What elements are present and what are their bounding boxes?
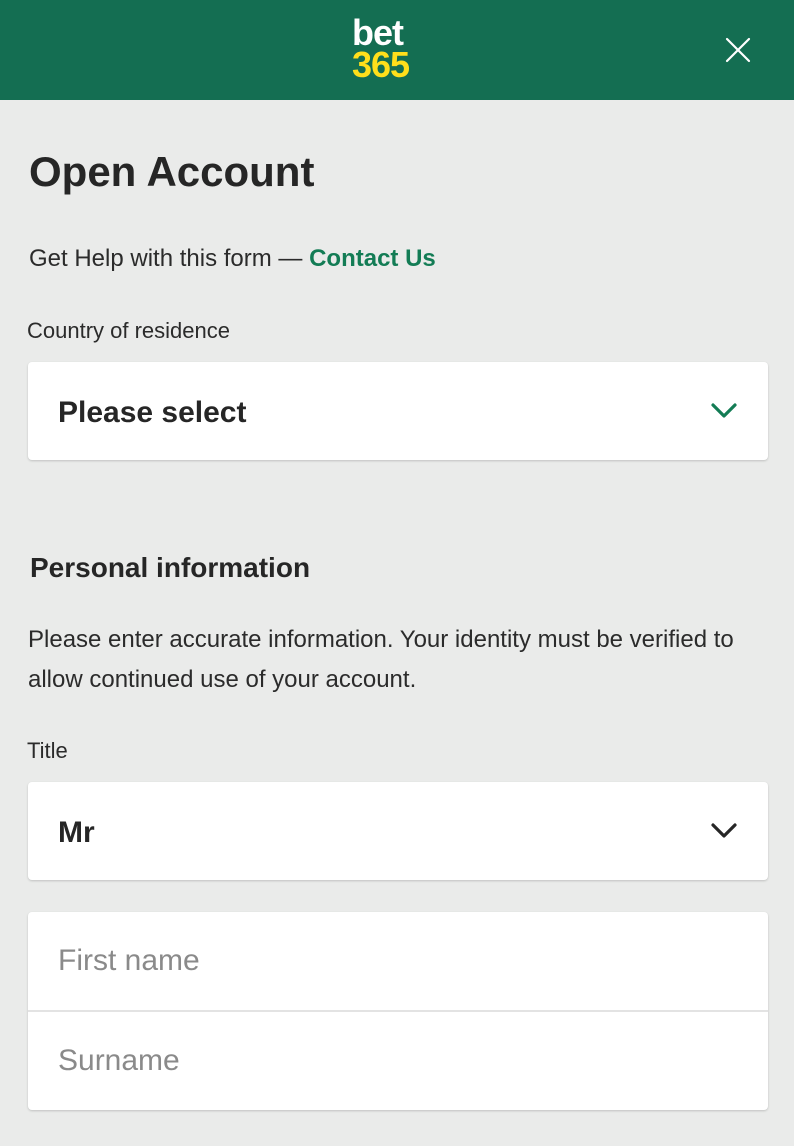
- bet365-logo: bet 365: [352, 15, 426, 85]
- first-name-row: [28, 912, 768, 1010]
- close-button[interactable]: [718, 30, 758, 70]
- personal-info-heading: Personal information: [30, 552, 311, 583]
- contact-us-link[interactable]: Contact Us: [309, 245, 436, 272]
- surname-input[interactable]: [28, 1012, 768, 1110]
- help-text: Get Help with this form —: [29, 245, 310, 272]
- country-label: Country of residence: [27, 318, 230, 343]
- logo-text-bottom: 365: [352, 44, 410, 85]
- app-header: bet 365: [0, 0, 794, 100]
- country-select-value: Please select: [58, 396, 247, 429]
- country-select[interactable]: Please select: [28, 362, 768, 460]
- chevron-down-icon: [711, 823, 737, 838]
- title-select-value: Mr: [58, 816, 95, 849]
- title-label: Title: [27, 738, 68, 763]
- personal-info-description: Please enter accurate information. Your …: [28, 626, 734, 693]
- name-fields: [28, 912, 768, 1110]
- first-name-input[interactable]: [28, 912, 768, 1010]
- chevron-down-icon: [711, 403, 737, 418]
- title-select[interactable]: Mr: [28, 782, 768, 880]
- surname-row: [28, 1012, 768, 1110]
- close-icon: [725, 37, 751, 63]
- help-line: Get Help with this form — Contact Us: [29, 245, 436, 273]
- page-title: Open Account: [29, 148, 315, 195]
